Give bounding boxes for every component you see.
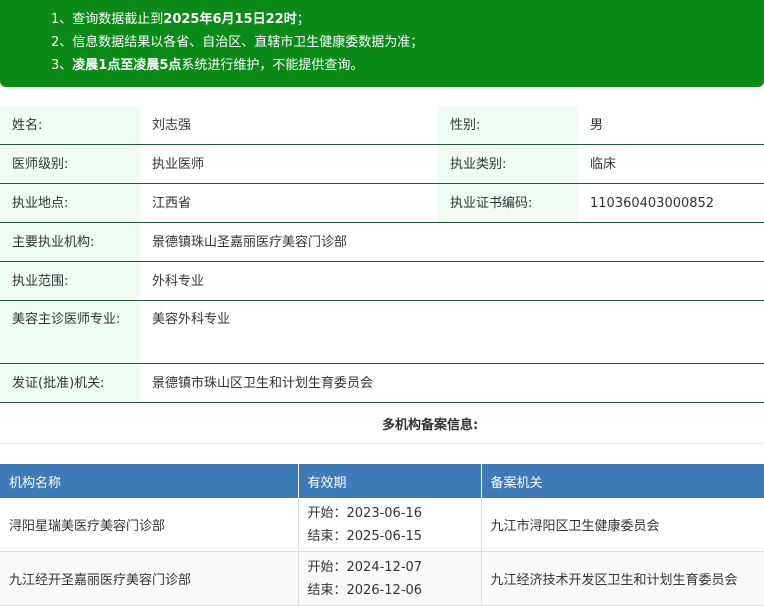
header-authority: 备案机关: [481, 464, 764, 498]
cosmetic-value: 美容外科专业: [152, 312, 231, 327]
scope-label: 执业范围:: [12, 274, 69, 289]
notice-line-1-suffix: ；: [296, 12, 310, 27]
institution-label: 主要执业机构:: [12, 235, 95, 250]
cosmetic-value-cell: 美容外科专业: [140, 301, 764, 363]
notice-line-1-bold: 2025年6月15日22时: [163, 12, 297, 27]
institution-value: 景德镇珠山圣嘉丽医疗美容门诊部: [152, 235, 348, 250]
row-institution: 浔阳星瑞美医疗美容门诊部: [0, 498, 299, 552]
scope-value-cell: 外科专业: [140, 262, 764, 300]
info-row-name: 姓名: 刘志强 性别: 男: [0, 106, 764, 145]
gender-value-cell: 男: [578, 106, 764, 144]
row-authority: 九江经济技术开发区卫生和计划生育委员会: [481, 551, 764, 606]
notice-line-1: 1、查询数据截止到2025年6月15日22时；: [51, 11, 310, 29]
category-value: 临床: [590, 157, 617, 172]
cosmetic-label-cell: 美容主诊医师专业:: [0, 301, 140, 363]
notice-line-3: 3、凌晨1点至凌晨5点系统进行维护，不能提供查询。: [51, 57, 363, 75]
issuer-label: 发证(批准)机关:: [12, 376, 105, 391]
notice-line-3-prefix: 3、: [51, 58, 73, 73]
row-validity: 开始：2023-06-16 结束：2025-06-15: [298, 498, 482, 552]
cert-label-cell: 执业证书编码:: [438, 184, 578, 222]
category-label: 执业类别:: [450, 157, 507, 172]
gender-label-cell: 性别:: [438, 106, 578, 144]
name-value: 刘志强: [152, 118, 192, 133]
cert-value: 110360403000852: [590, 196, 715, 211]
cert-value-cell: 110360403000852: [578, 184, 764, 222]
scope-value: 外科专业: [152, 274, 205, 289]
institution-label-cell: 主要执业机构:: [0, 223, 140, 261]
info-row-scope: 执业范围: 外科专业: [0, 262, 764, 301]
notice-banner: 1、查询数据截止到2025年6月15日22时； 2、信息数据结果以各省、自治区、…: [0, 0, 764, 87]
header-validity: 有效期: [298, 464, 482, 498]
row-authority: 九江市浔阳区卫生健康委员会: [481, 498, 764, 552]
row-end-date: 结束：2026-12-06: [307, 582, 423, 598]
scope-label-cell: 执业范围:: [0, 262, 140, 300]
level-label: 医师级别:: [12, 157, 69, 172]
info-row-cosmetic: 美容主诊医师专业: 美容外科专业: [0, 301, 764, 364]
gender-label: 性别:: [450, 118, 481, 133]
name-label: 姓名:: [12, 118, 43, 133]
header-institution: 机构名称: [0, 464, 299, 498]
row-institution: 九江经开圣嘉丽医疗美容门诊部: [0, 551, 299, 606]
row-start-date: 开始：2023-06-16: [307, 505, 423, 521]
level-value: 执业医师: [152, 157, 205, 172]
location-label-cell: 执业地点:: [0, 184, 140, 222]
table-row: 九江经开圣嘉丽医疗美容门诊部 开始：2024-12-07 结束：2026-12-…: [0, 551, 764, 606]
multi-institution-heading: 多机构备案信息:: [0, 402, 764, 444]
level-value-cell: 执业医师: [140, 145, 438, 183]
info-row-issuer: 发证(批准)机关: 景德镇市珠山区卫生和计划生育委员会: [0, 364, 764, 403]
notice-line-3-bold: 凌晨1点至凌晨5点: [72, 58, 182, 73]
category-label-cell: 执业类别:: [438, 145, 578, 183]
table-row: 浔阳星瑞美医疗美容门诊部 开始：2023-06-16 结束：2025-06-15…: [0, 498, 764, 552]
notice-line-2: 2、信息数据结果以各省、自治区、直辖市卫生健康委数据为准；: [51, 35, 424, 50]
cert-label: 执业证书编码:: [450, 196, 533, 211]
multi-institution-table: 机构名称 有效期 备案机关 浔阳星瑞美医疗美容门诊部 开始：2023-06-16…: [0, 464, 764, 606]
issuer-label-cell: 发证(批准)机关:: [0, 364, 140, 402]
category-value-cell: 临床: [578, 145, 764, 183]
institution-value-cell: 景德镇珠山圣嘉丽医疗美容门诊部: [140, 223, 764, 261]
multi-institution-title: 多机构备案信息:: [382, 418, 479, 433]
table-header-row: 机构名称 有效期 备案机关: [0, 464, 764, 498]
level-label-cell: 医师级别:: [0, 145, 140, 183]
name-label-cell: 姓名:: [0, 106, 140, 144]
doctor-info-table: 姓名: 刘志强 性别: 男 医师级别: 执业医师 执业类别: 临床 执业地点: …: [0, 106, 764, 403]
issuer-value: 景德镇市珠山区卫生和计划生育委员会: [152, 376, 374, 391]
location-label: 执业地点:: [12, 196, 69, 211]
info-row-location: 执业地点: 江西省 执业证书编码: 110360403000852: [0, 184, 764, 223]
row-validity: 开始：2024-12-07 结束：2026-12-06: [298, 551, 482, 606]
gender-value: 男: [590, 118, 604, 133]
cosmetic-label: 美容主诊医师专业:: [12, 312, 121, 327]
info-row-level: 医师级别: 执业医师 执业类别: 临床: [0, 145, 764, 184]
location-value: 江西省: [152, 196, 192, 211]
row-start-date: 开始：2024-12-07: [307, 559, 423, 575]
issuer-value-cell: 景德镇市珠山区卫生和计划生育委员会: [140, 364, 764, 402]
name-value-cell: 刘志强: [140, 106, 438, 144]
row-end-date: 结束：2025-06-15: [307, 528, 423, 544]
notice-line-1-prefix: 1、查询数据截止到: [51, 12, 164, 27]
info-row-institution: 主要执业机构: 景德镇珠山圣嘉丽医疗美容门诊部: [0, 223, 764, 262]
location-value-cell: 江西省: [140, 184, 438, 222]
notice-line-3-suffix: 系统进行维护，不能提供查询。: [181, 58, 364, 73]
